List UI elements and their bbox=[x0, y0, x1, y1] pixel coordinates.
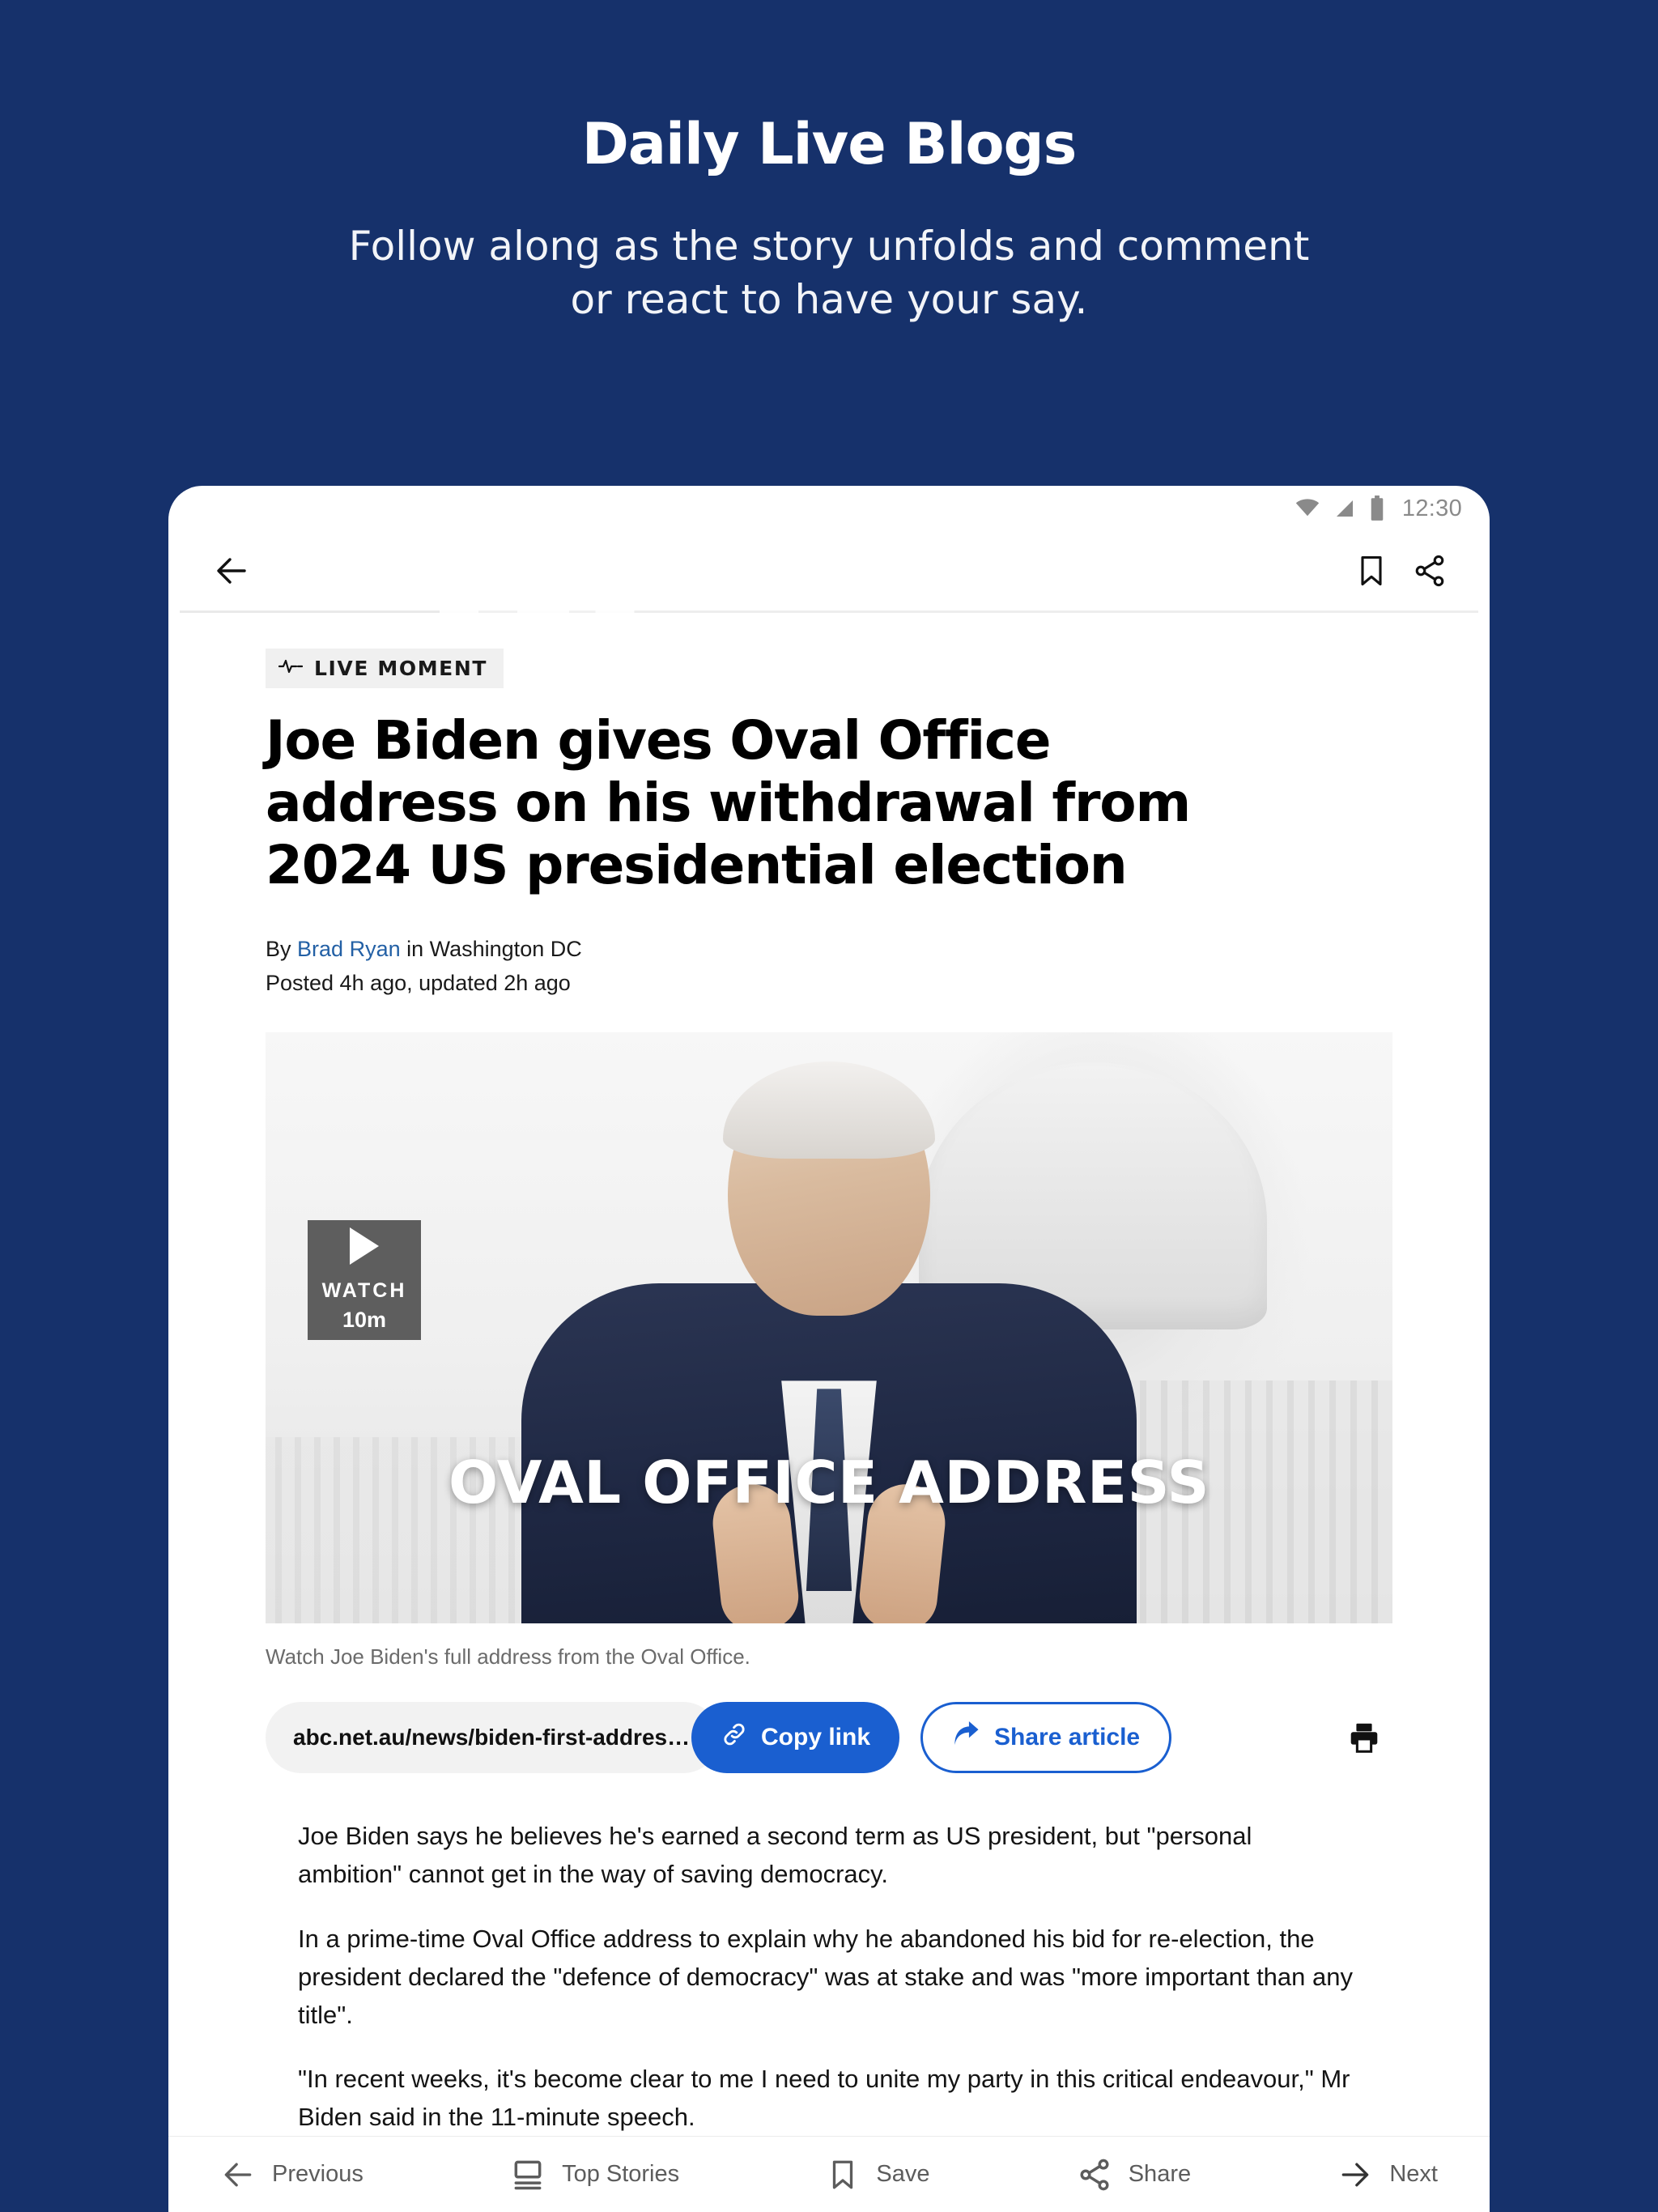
share-icon bbox=[1077, 2157, 1112, 2193]
phone-frame: 12:30 LIVE MOMENT Joe Biden gives Oval O… bbox=[168, 486, 1490, 2212]
bottom-nav-next[interactable]: Next bbox=[1337, 2157, 1438, 2193]
watch-video-chip[interactable]: WATCH 10m bbox=[308, 1220, 421, 1341]
live-moment-badge[interactable]: LIVE MOMENT bbox=[266, 649, 504, 688]
share-icon[interactable] bbox=[1401, 542, 1459, 600]
caption-wrap: Watch Joe Biden's full address from the … bbox=[168, 1644, 1490, 1774]
share-arrow-icon bbox=[952, 1721, 981, 1754]
bottom-nav-share[interactable]: Share bbox=[1077, 2157, 1191, 2193]
article-scroll-region[interactable]: LIVE MOMENT Joe Biden gives Oval Office … bbox=[168, 613, 1490, 2212]
wifi-icon bbox=[1294, 495, 1321, 522]
back-arrow-icon[interactable] bbox=[202, 542, 261, 600]
link-icon bbox=[721, 1721, 748, 1755]
byline-prefix: By bbox=[266, 936, 291, 961]
top-stories-icon bbox=[510, 2157, 546, 2193]
video-caption: Watch Joe Biden's full address from the … bbox=[266, 1644, 750, 1670]
article-paragraph: Joe Biden says he believes he's earned a… bbox=[298, 1822, 1252, 1889]
promo-title: Daily Live Blogs bbox=[581, 111, 1078, 177]
bottom-nav-previous-label: Previous bbox=[272, 2161, 363, 2187]
video-thumbnail[interactable]: OVAL OFFICE ADDRESS WATCH 10m bbox=[266, 1032, 1392, 1624]
bottom-nav-top-stories[interactable]: Top Stories bbox=[510, 2157, 679, 2193]
pulse-icon bbox=[278, 657, 304, 679]
page-title: Joe Biden gives Oval Office address on h… bbox=[266, 709, 1191, 897]
screen-root: Daily Live Blogs Follow along as the sto… bbox=[0, 0, 1658, 2212]
bottom-navigation-bar: Previous Top Stories Save Share Next bbox=[168, 2136, 1490, 2212]
arrow-right-icon bbox=[1337, 2157, 1373, 2193]
video-duration: 10m bbox=[342, 1308, 387, 1333]
article-body: Joe Biden says he believes he's earned a… bbox=[168, 1817, 1490, 2136]
bottom-nav-save-label: Save bbox=[876, 2161, 930, 2187]
bookmark-icon bbox=[826, 2158, 860, 2192]
watch-label: WATCH bbox=[321, 1279, 407, 1303]
copy-link-button[interactable]: Copy link bbox=[691, 1702, 900, 1774]
byline-posted: Posted 4h ago, updated 2h ago bbox=[266, 970, 571, 995]
battery-icon bbox=[1368, 496, 1386, 521]
bottom-nav-top-stories-label: Top Stories bbox=[562, 2161, 680, 2187]
promo-header: Daily Live Blogs Follow along as the sto… bbox=[0, 0, 1658, 326]
play-icon bbox=[350, 1227, 379, 1266]
byline-location: in Washington DC bbox=[406, 936, 582, 961]
app-bar bbox=[168, 531, 1490, 610]
video-overlay-title: OVAL OFFICE ADDRESS bbox=[448, 1448, 1210, 1517]
promo-subtitle: Follow along as the story unfolds and co… bbox=[348, 223, 1310, 323]
article-head: LIVE MOMENT Joe Biden gives Oval Office … bbox=[168, 613, 1490, 1000]
copy-link-label: Copy link bbox=[761, 1724, 871, 1751]
byline-author-link[interactable]: Brad Ryan bbox=[297, 937, 401, 961]
status-bar-time: 12:30 bbox=[1401, 495, 1462, 521]
share-article-label: Share article bbox=[994, 1724, 1141, 1751]
bottom-nav-next-label: Next bbox=[1389, 2161, 1438, 2187]
article-url-text: abc.net.au/news/biden-first-address-sinc… bbox=[293, 1725, 691, 1750]
share-article-button[interactable]: Share article bbox=[920, 1702, 1172, 1774]
article-url-field[interactable]: abc.net.au/news/biden-first-address-sinc… bbox=[266, 1702, 719, 1774]
byline: By Brad Ryan in Washington DC Posted 4h … bbox=[266, 933, 1392, 1001]
article-paragraph: "In recent weeks, it's become clear to m… bbox=[298, 2064, 1350, 2131]
live-moment-badge-label: LIVE MOMENT bbox=[314, 657, 488, 680]
bookmark-icon[interactable] bbox=[1342, 542, 1401, 600]
signal-icon bbox=[1333, 496, 1357, 521]
bottom-nav-previous[interactable]: Previous bbox=[220, 2157, 363, 2193]
print-icon[interactable] bbox=[1336, 1709, 1392, 1766]
arrow-left-icon bbox=[220, 2157, 256, 2193]
share-row: abc.net.au/news/biden-first-address-sinc… bbox=[266, 1702, 1392, 1774]
article-paragraph: In a prime-time Oval Office address to e… bbox=[298, 1924, 1353, 2029]
status-bar: 12:30 bbox=[168, 486, 1490, 531]
bottom-nav-share-label: Share bbox=[1128, 2161, 1192, 2187]
bottom-nav-save[interactable]: Save bbox=[826, 2158, 929, 2192]
